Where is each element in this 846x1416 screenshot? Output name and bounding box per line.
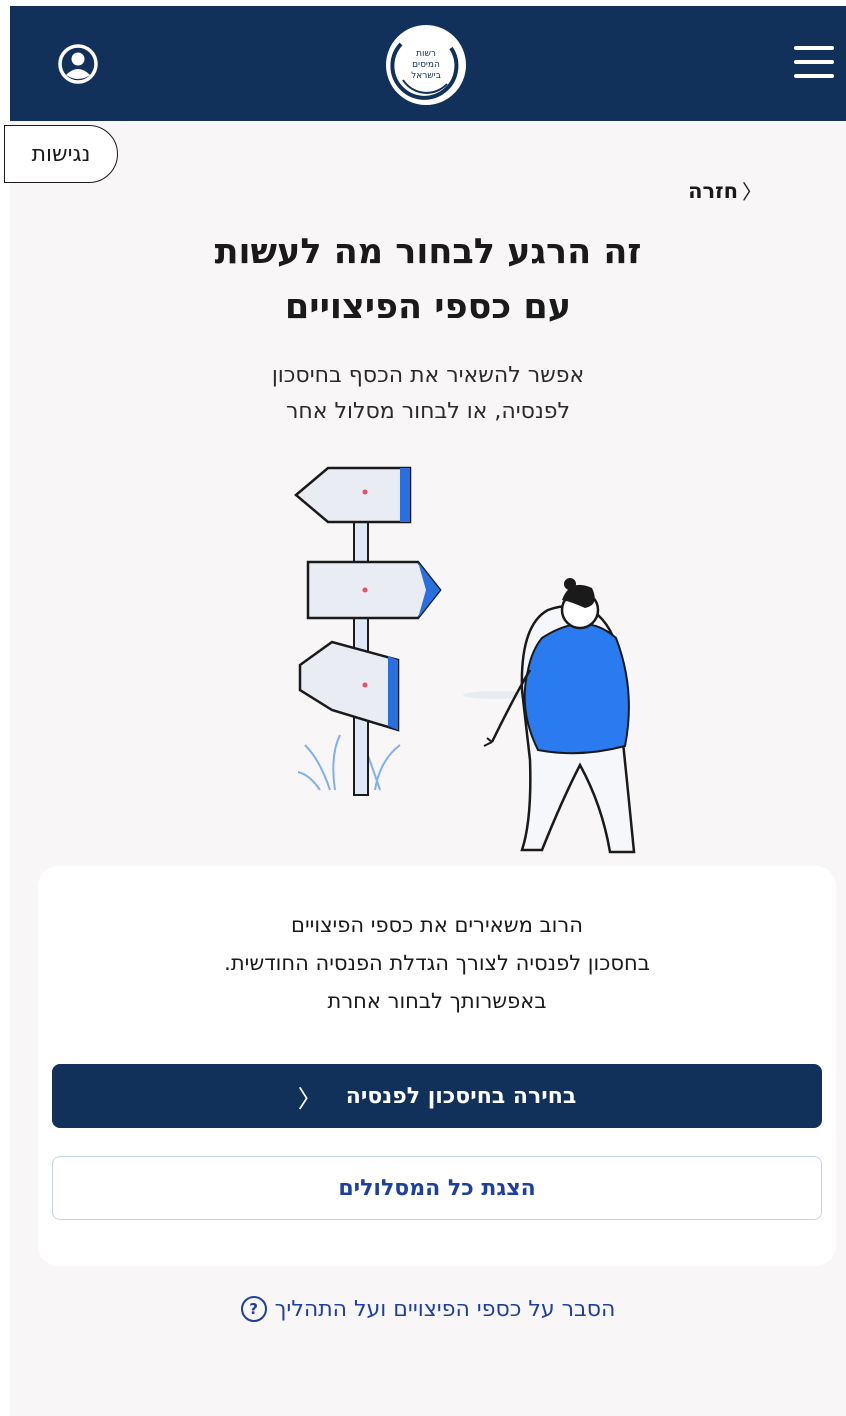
hamburger-icon-line (794, 46, 834, 50)
page-title-line: זה הרגע לבחור מה לעשות (214, 232, 642, 272)
sign-arrow-left (298, 640, 400, 732)
sign-arrow-left (294, 466, 412, 524)
logo-text-line: בישראל (411, 71, 441, 81)
page-title: זה הרגע לבחור מה לעשות עם כספי הפיצויים (10, 225, 846, 335)
israel-tax-authority-logo[interactable]: רשות המיסים בישראל (383, 22, 469, 108)
primary-button-label: בחירה בחיסכון לפנסיה (345, 1083, 577, 1109)
accessibility-button[interactable]: נגישות (4, 125, 118, 183)
user-circle-icon[interactable] (57, 43, 99, 85)
card-text-line: באפשרותך לבחור אחרת (327, 989, 547, 1013)
hamburger-icon-line (794, 74, 834, 78)
recommendation-card: הרוב משאירים את כספי הפיצויים בחסכון לפנ… (38, 866, 836, 1266)
logo-text-line: המיסים (412, 60, 440, 70)
explanation-link[interactable]: הסבר על כספי הפיצויים ועל התהליך ? (10, 1296, 846, 1322)
page-title-line: עם כספי הפיצויים (284, 287, 572, 327)
question-circle-icon: ? (240, 1296, 267, 1322)
page-subtitle-line: לפנסיה, או לבחור מסלול אחר (285, 399, 570, 424)
person-figure (463, 578, 636, 854)
card-text-line: בחסכון לפנסיה לצורך הגדלת הפנסיה החודשית… (224, 951, 650, 975)
show-all-tracks-button[interactable]: הצגת כל המסלולים (52, 1156, 822, 1220)
logo-text-line: רשות (416, 49, 436, 59)
hamburger-icon-line (794, 60, 834, 64)
grass-icon (297, 734, 401, 791)
back-link[interactable]: 〈 חזרה (688, 176, 762, 205)
explanation-link-label: הסבר על כספי הפיצויים ועל התהליך (274, 1296, 616, 1322)
page-subtitle: אפשר להשאיר את הכסף בחיסכון לפנסיה, או ל… (10, 358, 846, 430)
hamburger-menu-button[interactable] (794, 42, 836, 82)
chevron-right-icon: 〈 (742, 180, 762, 204)
chevron-left-icon: 〈 (297, 1084, 322, 1113)
sign-arrow-right (306, 560, 442, 620)
back-link-label: חזרה (688, 178, 738, 203)
signpost-illustration (294, 466, 636, 854)
card-text-line: הרוב משאירים את כספי הפיצויים (291, 913, 583, 937)
card-description: הרוב משאירים את כספי הפיצויים בחסכון לפנ… (38, 906, 836, 1020)
page-subtitle-line: אפשר להשאיר את הכסף בחיסכון (271, 363, 585, 388)
choose-pension-savings-button[interactable]: בחירה בחיסכון לפנסיה 〈 (52, 1064, 822, 1128)
